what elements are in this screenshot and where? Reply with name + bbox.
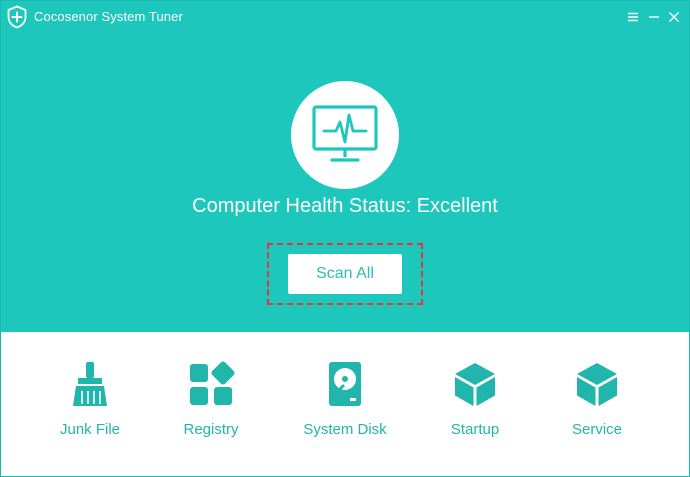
cube-icon	[455, 363, 495, 406]
tool-label: Junk File	[59, 421, 121, 438]
monitor-heartbeat-icon	[291, 81, 399, 189]
scan-all-button[interactable]: Scan All	[288, 254, 402, 294]
tool-startup[interactable]: Startup	[420, 360, 530, 438]
cube-icon	[577, 363, 617, 406]
tool-system-disk[interactable]: System Disk	[290, 360, 400, 438]
minimize-icon[interactable]	[645, 7, 663, 27]
app-window: Cocosenor System Tuner Computer Health S…	[0, 0, 690, 477]
tool-label: Startup	[450, 421, 500, 438]
tool-label: System Disk	[303, 421, 387, 438]
tool-label: Registry	[183, 421, 239, 438]
title-bar: Cocosenor System Tuner	[1, 1, 689, 33]
hard-disk-icon	[329, 362, 361, 406]
app-title: Cocosenor System Tuner	[34, 9, 183, 24]
registry-blocks-icon	[190, 361, 235, 405]
tool-service[interactable]: Service	[542, 360, 652, 438]
health-status-text: Computer Health Status: Excellent	[192, 195, 498, 217]
header-panel: Cocosenor System Tuner Computer Health S…	[1, 1, 689, 332]
tools-panel: Junk File Registry System Disk Startup S…	[1, 332, 689, 476]
tool-label: Service	[571, 421, 623, 438]
menu-icon[interactable]	[624, 7, 642, 27]
tool-junk-file[interactable]: Junk File	[35, 360, 145, 438]
shield-plus-icon	[6, 5, 28, 29]
broom-icon	[73, 362, 107, 406]
close-icon[interactable]	[665, 7, 683, 27]
tool-registry[interactable]: Registry	[156, 360, 266, 438]
